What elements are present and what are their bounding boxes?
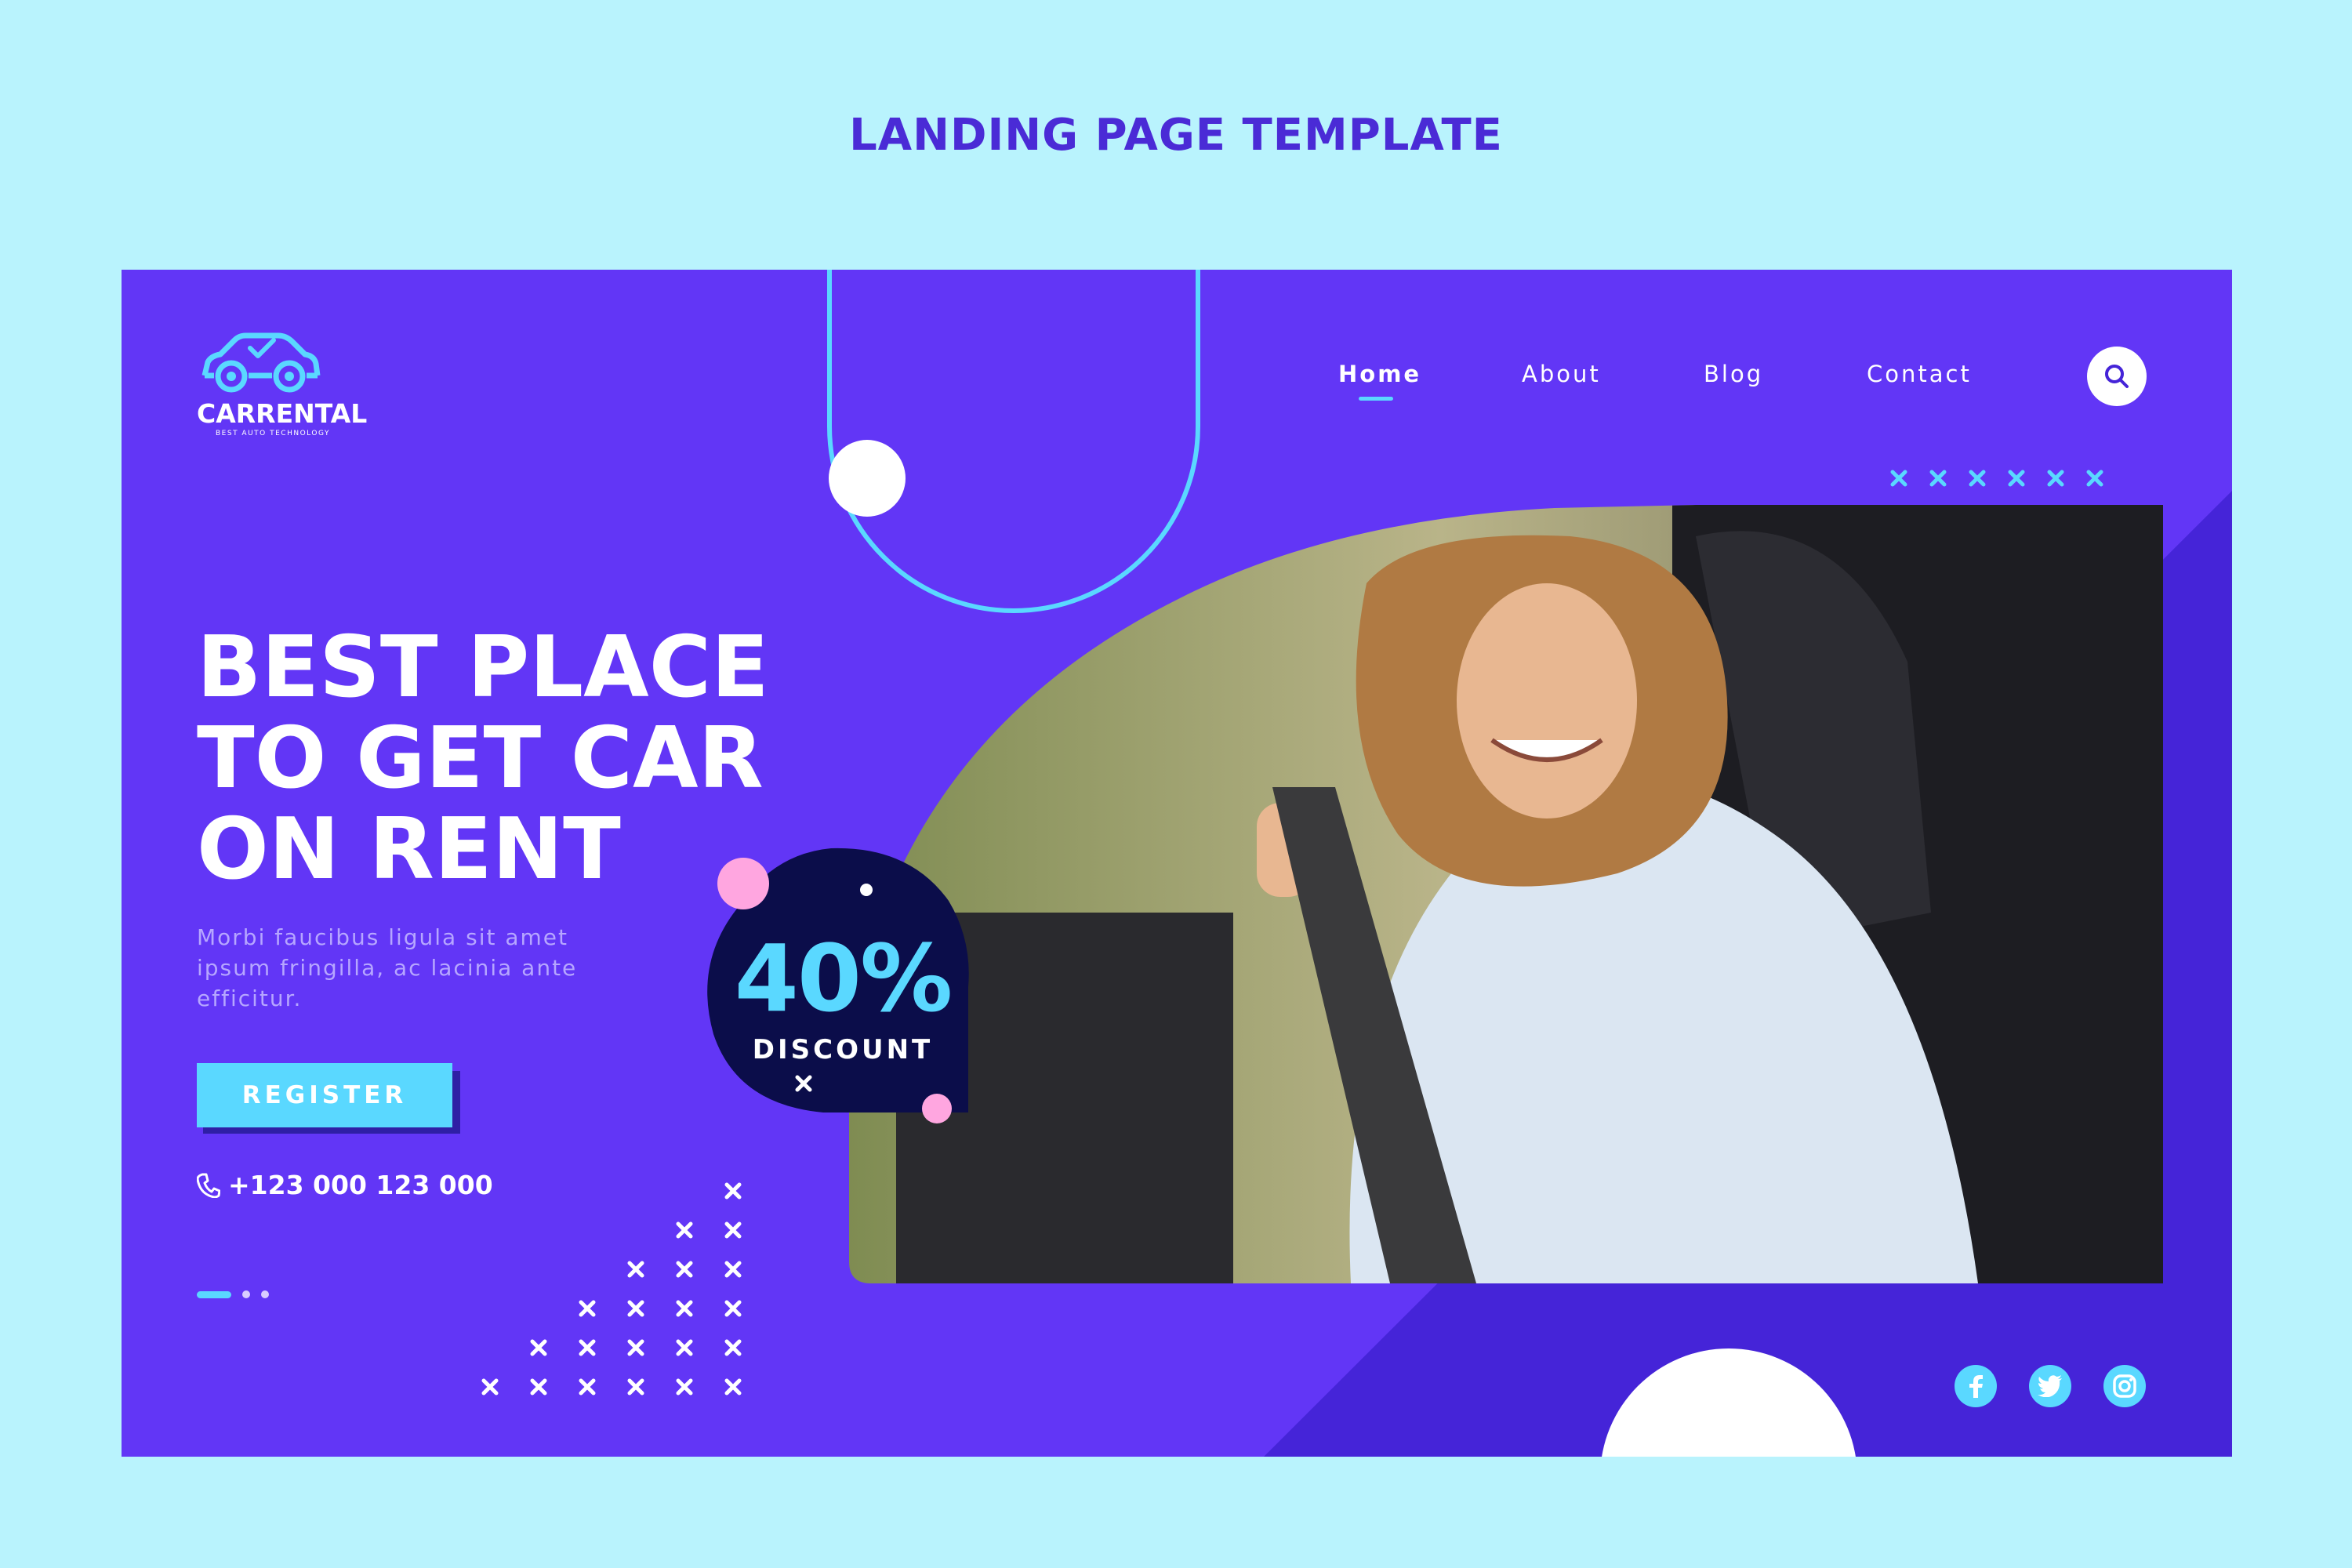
nav-item-blog[interactable]: Blog <box>1704 361 1763 387</box>
cross-pattern-bottom <box>481 1182 742 1396</box>
slider-dot-active[interactable] <box>197 1290 231 1298</box>
search-icon <box>2105 365 2129 388</box>
facebook-icon <box>1969 1375 1983 1398</box>
discount-percent: 40% <box>734 924 953 1033</box>
instagram-icon <box>2113 1374 2136 1398</box>
slider-dot[interactable] <box>261 1290 269 1298</box>
facebook-link[interactable] <box>1955 1365 1997 1407</box>
nav-item-about[interactable]: About <box>1522 361 1601 387</box>
twitter-icon <box>2038 1375 2062 1397</box>
hero-photo <box>849 505 2163 1287</box>
slider-dots <box>197 1290 280 1298</box>
hero-subtext: Morbi faucibus ligula sit amet ipsum fri… <box>197 924 578 1011</box>
logo-tagline: BEST AUTO TECHNOLOGY <box>216 430 330 437</box>
phone-contact[interactable]: +123 000 123 000 <box>197 1170 493 1200</box>
phone-icon <box>197 1173 220 1198</box>
slider-dot[interactable] <box>242 1290 250 1298</box>
instagram-link[interactable] <box>2103 1365 2146 1407</box>
phone-number: +123 000 123 000 <box>228 1170 493 1200</box>
logo[interactable]: CARRENTAL BEST AUTO TECHNOLOGY <box>197 332 369 437</box>
nav-item-home[interactable]: Home <box>1338 361 1421 387</box>
discount-badge: 40% DISCOUNT <box>706 846 980 1128</box>
discount-label: DISCOUNT <box>752 1034 934 1065</box>
search-button[interactable] <box>2087 347 2147 406</box>
headline-line-2: TO GET CAR <box>197 710 764 808</box>
twitter-link[interactable] <box>2029 1365 2071 1407</box>
headline-line-1: BEST PLACE <box>197 619 769 717</box>
car-check-icon <box>201 332 321 393</box>
nav-item-contact[interactable]: Contact <box>1867 361 1972 387</box>
nav-active-indicator <box>1359 397 1393 401</box>
landing-page-frame: CARRENTAL BEST AUTO TECHNOLOGY Home Abou… <box>122 270 2232 1457</box>
woman-fastening-seatbelt-photo <box>849 505 2163 1283</box>
logo-name: CARRENTAL <box>197 398 368 429</box>
register-button[interactable]: REGISTER <box>197 1063 452 1127</box>
page-heading: LANDING PAGE TEMPLATE <box>849 110 1503 161</box>
